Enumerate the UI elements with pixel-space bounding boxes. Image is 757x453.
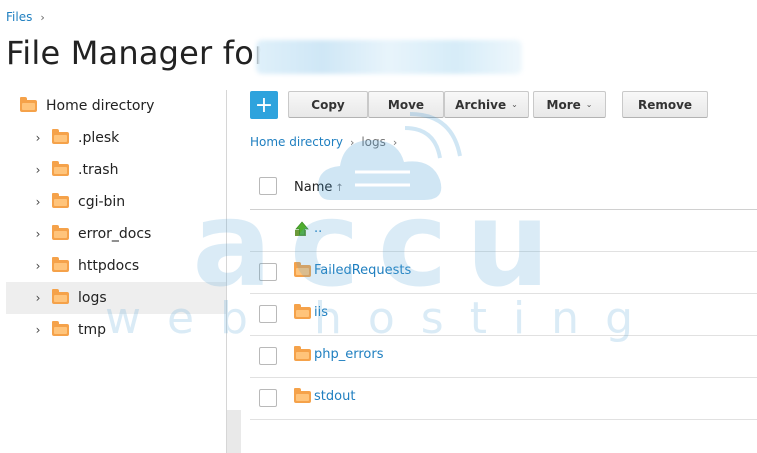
more-button[interactable]: More ⌄ <box>533 91 606 118</box>
column-name-label: Name <box>294 180 333 195</box>
breadcrumb-separator: › <box>40 11 45 24</box>
chevron-right-icon[interactable]: › <box>32 163 44 177</box>
tree-item-plesk[interactable]: › .plesk <box>6 122 226 154</box>
table-header: Name ↑ <box>250 166 757 210</box>
remove-button[interactable]: Remove <box>622 91 708 118</box>
tree-item-label: .trash <box>78 162 119 178</box>
folder-icon <box>52 129 69 144</box>
folder-icon <box>294 303 311 319</box>
redacted-domain <box>256 40 522 74</box>
breadcrumb-files-link[interactable]: Files <box>6 10 32 24</box>
folder-icon <box>52 321 69 336</box>
file-name-link[interactable]: php_errors <box>294 345 384 362</box>
sort-arrow-icon: ↑ <box>335 183 344 194</box>
file-name-link[interactable]: FailedRequests <box>294 261 412 278</box>
path-separator: › <box>392 135 398 149</box>
tree-item-label: logs <box>78 290 107 306</box>
row-checkbox[interactable] <box>259 263 277 281</box>
path-current: logs <box>361 135 386 149</box>
tree-item-label: error_docs <box>78 226 152 242</box>
column-header-name[interactable]: Name ↑ <box>294 180 344 195</box>
archive-button[interactable]: Archive ⌄ <box>444 91 529 118</box>
folder-icon <box>52 257 69 272</box>
parent-directory-icon <box>295 221 309 236</box>
move-button[interactable]: Move <box>368 91 444 118</box>
tree-item-label: cgi-bin <box>78 194 126 210</box>
row-checkbox[interactable] <box>259 305 277 323</box>
folder-icon <box>52 161 69 176</box>
breadcrumb: Files › <box>6 10 45 24</box>
add-button[interactable]: + <box>250 91 278 119</box>
tree-item-tmp[interactable]: › tmp <box>6 314 226 346</box>
tree-item-label: .plesk <box>78 130 120 146</box>
file-name-label: iis <box>314 305 328 320</box>
folder-icon <box>294 345 311 361</box>
chevron-right-icon[interactable]: › <box>32 131 44 145</box>
tree-item-logs[interactable]: › logs <box>6 282 226 314</box>
chevron-down-icon: ⌄ <box>585 100 593 109</box>
file-name-label: FailedRequests <box>314 263 412 278</box>
file-name-link[interactable]: stdout <box>294 387 356 404</box>
chevron-right-icon[interactable]: › <box>32 195 44 209</box>
table-row[interactable]: stdout <box>250 377 757 420</box>
tree-item-label: httpdocs <box>78 258 140 274</box>
chevron-right-icon[interactable]: › <box>32 291 44 305</box>
table-row[interactable]: php_errors <box>250 335 757 378</box>
chevron-down-icon: ⌄ <box>511 100 518 109</box>
file-name-link[interactable]: .. <box>314 221 322 236</box>
chevron-right-icon[interactable]: › <box>32 227 44 241</box>
path-home-link[interactable]: Home directory <box>250 135 343 149</box>
select-all-checkbox[interactable] <box>259 177 277 195</box>
tree-scrollbar[interactable] <box>227 410 241 453</box>
file-name-label: stdout <box>314 389 356 404</box>
table-row[interactable]: FailedRequests <box>250 251 757 294</box>
more-label: More <box>546 97 581 112</box>
row-checkbox[interactable] <box>259 347 277 365</box>
tree-item-httpdocs[interactable]: › httpdocs <box>6 250 226 282</box>
table-row[interactable]: .. <box>250 209 757 252</box>
tree-item-home-directory[interactable]: Home directory <box>20 97 155 114</box>
file-name-label: php_errors <box>314 347 384 362</box>
plus-icon: + <box>254 92 274 118</box>
folder-icon <box>20 97 37 112</box>
copy-button[interactable]: Copy <box>288 91 368 118</box>
path-separator: › <box>349 135 355 149</box>
chevron-right-icon[interactable]: › <box>32 323 44 337</box>
tree-item-error-docs[interactable]: › error_docs <box>6 218 226 250</box>
folder-icon <box>294 387 311 403</box>
panel-splitter[interactable] <box>226 90 227 453</box>
row-checkbox[interactable] <box>259 389 277 407</box>
folder-icon <box>52 289 69 304</box>
tree-item-label: tmp <box>78 322 107 338</box>
folder-icon <box>52 225 69 240</box>
tree-item-trash[interactable]: › .trash <box>6 154 226 186</box>
chevron-right-icon[interactable]: › <box>32 259 44 273</box>
archive-label: Archive <box>455 97 507 112</box>
tree-item-cgi-bin[interactable]: › cgi-bin <box>6 186 226 218</box>
page-title: File Manager for <box>6 34 268 72</box>
table-row[interactable]: iis <box>250 293 757 336</box>
file-name-link[interactable]: iis <box>294 303 328 320</box>
tree-item-label: Home directory <box>46 98 155 114</box>
folder-icon <box>294 261 311 277</box>
folder-icon <box>52 193 69 208</box>
path-breadcrumb: Home directory › logs › <box>250 135 404 149</box>
